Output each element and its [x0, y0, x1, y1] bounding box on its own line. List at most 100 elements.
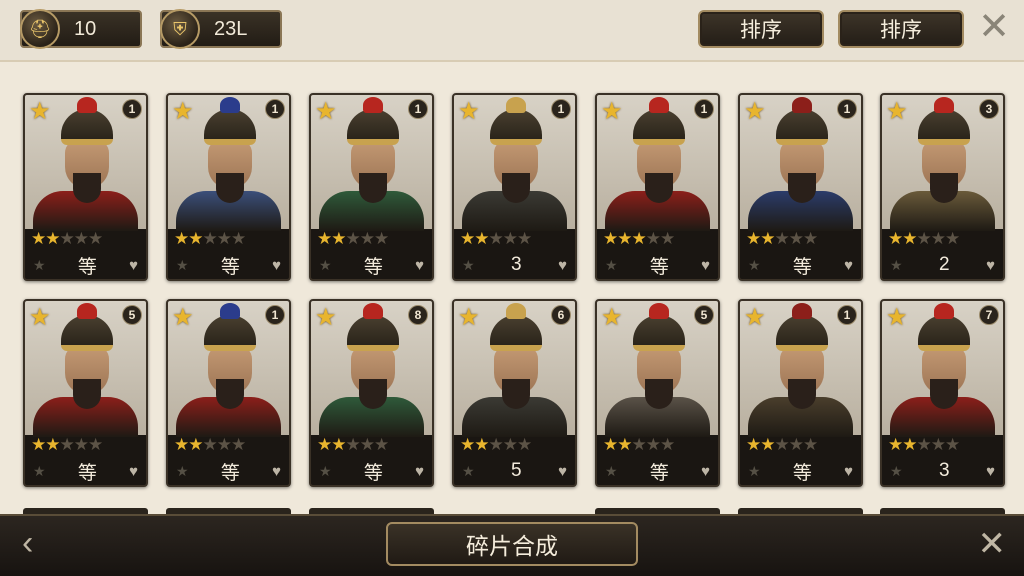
helmet-shape [347, 109, 399, 145]
star-icon: ★ [174, 435, 189, 454]
star-rating: ★★★★★ [888, 229, 960, 249]
hero-card[interactable]: ★ 5 ★★★★★ ★ 等 ♥ [23, 299, 148, 487]
close-icon[interactable]: ✕ [978, 8, 1010, 46]
star-icon: ★ [788, 435, 804, 454]
star-icon: ★ [746, 229, 761, 248]
star-icon: ★ [774, 229, 790, 248]
plume-shape [77, 97, 97, 113]
star-rating: ★★★★★ [460, 435, 532, 455]
star-icon: ★ [45, 229, 60, 248]
hero-card[interactable]: ★ 1 ★★★★★ ★ 等 ♥ [738, 299, 863, 487]
beard-shape [359, 379, 387, 409]
star-icon: ★ [631, 229, 647, 248]
heart-icon[interactable]: ♥ [129, 257, 138, 274]
hero-card[interactable]: ★ 3 ★★★★★ ★ 2 ♥ [880, 93, 1005, 281]
heart-icon[interactable]: ♥ [986, 257, 995, 274]
star-icon: ★ [474, 229, 489, 248]
hero-card[interactable]: ★ 1 ★★★★★ ★ 3 ♥ [452, 93, 577, 281]
resource-value: 23L [214, 17, 248, 40]
star-icon: ★ [502, 229, 518, 248]
heart-icon[interactable]: ♥ [844, 257, 853, 274]
star-icon: ★ [916, 229, 932, 248]
star-icon: ★ [73, 229, 89, 248]
helmet-shape [490, 109, 542, 145]
star-rating: ★★★★★ [31, 435, 103, 455]
hero-card[interactable]: ★ 1 ★★★★★ ★ 等 ♥ [738, 93, 863, 281]
plume-shape [649, 97, 669, 113]
hero-card[interactable]: ★ 1 ★★★★★ ★ 等 ♥ [166, 93, 291, 281]
compose-button-label: 碎片合成 [466, 533, 558, 559]
level-badge: 5 [694, 305, 714, 325]
heart-icon[interactable]: ♥ [415, 463, 424, 480]
heart-icon[interactable]: ♥ [558, 463, 567, 480]
card-footer: ★ 3 ♥ [882, 457, 1003, 485]
back-arrow-icon[interactable]: ‹ [22, 524, 33, 563]
plume-shape [506, 97, 526, 113]
star-icon: ★ [231, 435, 246, 454]
hero-card[interactable]: ★ 7 ★★★★★ ★ 3 ♥ [880, 299, 1005, 487]
star-icon: ★ [617, 435, 632, 454]
star-icon: ★ [231, 229, 246, 248]
heart-icon[interactable]: ♥ [986, 463, 995, 480]
heart-icon[interactable]: ♥ [558, 257, 567, 274]
star-icon: ★ [517, 229, 532, 248]
beard-shape [930, 173, 958, 203]
hero-card[interactable]: ★ 5 ★★★★★ ★ 等 ♥ [595, 299, 720, 487]
star-icon: ★ [59, 435, 75, 454]
star-icon: ★ [216, 435, 232, 454]
fragment-compose-button[interactable]: 碎片合成 [386, 522, 638, 566]
hero-card[interactable]: ★ 1 ★★★★★ ★ 等 ♥ [595, 93, 720, 281]
star-icon: ★ [930, 435, 946, 454]
card-footer: ★ 3 ♥ [454, 251, 575, 279]
star-icon: ★ [803, 435, 818, 454]
heart-icon[interactable]: ♥ [272, 257, 281, 274]
level-badge: 1 [837, 99, 857, 119]
rank-star-icon: ★ [458, 304, 480, 331]
star-icon: ★ [88, 229, 103, 248]
heart-icon[interactable]: ♥ [701, 463, 710, 480]
heart-icon[interactable]: ♥ [844, 463, 853, 480]
small-star-icon: ★ [176, 462, 189, 479]
plume-shape [220, 303, 240, 319]
hero-card[interactable]: ★ 8 ★★★★★ ★ 等 ♥ [309, 299, 434, 487]
small-star-icon: ★ [462, 462, 475, 479]
hero-card[interactable]: ★ 6 ★★★★★ ★ 5 ♥ [452, 299, 577, 487]
small-star-icon: ★ [605, 256, 618, 273]
rank-star-icon: ★ [29, 304, 51, 331]
star-rating: ★★★★★ [317, 435, 389, 455]
hero-card[interactable]: ★ 1 ★★★★★ ★ 等 ♥ [23, 93, 148, 281]
sort-button-secondary[interactable]: 排序 [838, 10, 964, 48]
beard-shape [216, 379, 244, 409]
level-badge: 5 [122, 305, 142, 325]
rank-star-icon: ★ [458, 98, 480, 125]
sort-button[interactable]: 排序 [698, 10, 824, 48]
plume-shape [792, 97, 812, 113]
star-icon: ★ [488, 229, 504, 248]
card-label: 等 [792, 256, 812, 278]
hero-card[interactable]: ★ 1 ★★★★★ ★ 等 ♥ [309, 93, 434, 281]
level-badge: 7 [979, 305, 999, 325]
heart-icon[interactable]: ♥ [272, 463, 281, 480]
star-icon: ★ [202, 229, 218, 248]
star-icon: ★ [188, 435, 203, 454]
heart-icon[interactable]: ♥ [129, 463, 138, 480]
small-star-icon: ★ [462, 256, 475, 273]
star-icon: ★ [803, 229, 818, 248]
beard-shape [216, 173, 244, 203]
star-icon: ★ [746, 435, 761, 454]
star-icon: ★ [902, 435, 917, 454]
star-icon: ★ [216, 229, 232, 248]
resource-value: 10 [74, 17, 97, 40]
beard-shape [645, 379, 673, 409]
helmet-shape [61, 315, 113, 351]
heart-icon[interactable]: ♥ [415, 257, 424, 274]
hero-card[interactable]: ★ 1 ★★★★★ ★ 等 ♥ [166, 299, 291, 487]
star-icon: ★ [760, 229, 775, 248]
star-icon: ★ [88, 435, 103, 454]
close-icon[interactable]: ✕ [978, 524, 1007, 564]
star-rating: ★★★★★ [31, 229, 103, 249]
star-icon: ★ [888, 229, 903, 248]
heart-icon[interactable]: ♥ [701, 257, 710, 274]
helmet-shape [347, 315, 399, 351]
star-icon: ★ [31, 229, 46, 248]
